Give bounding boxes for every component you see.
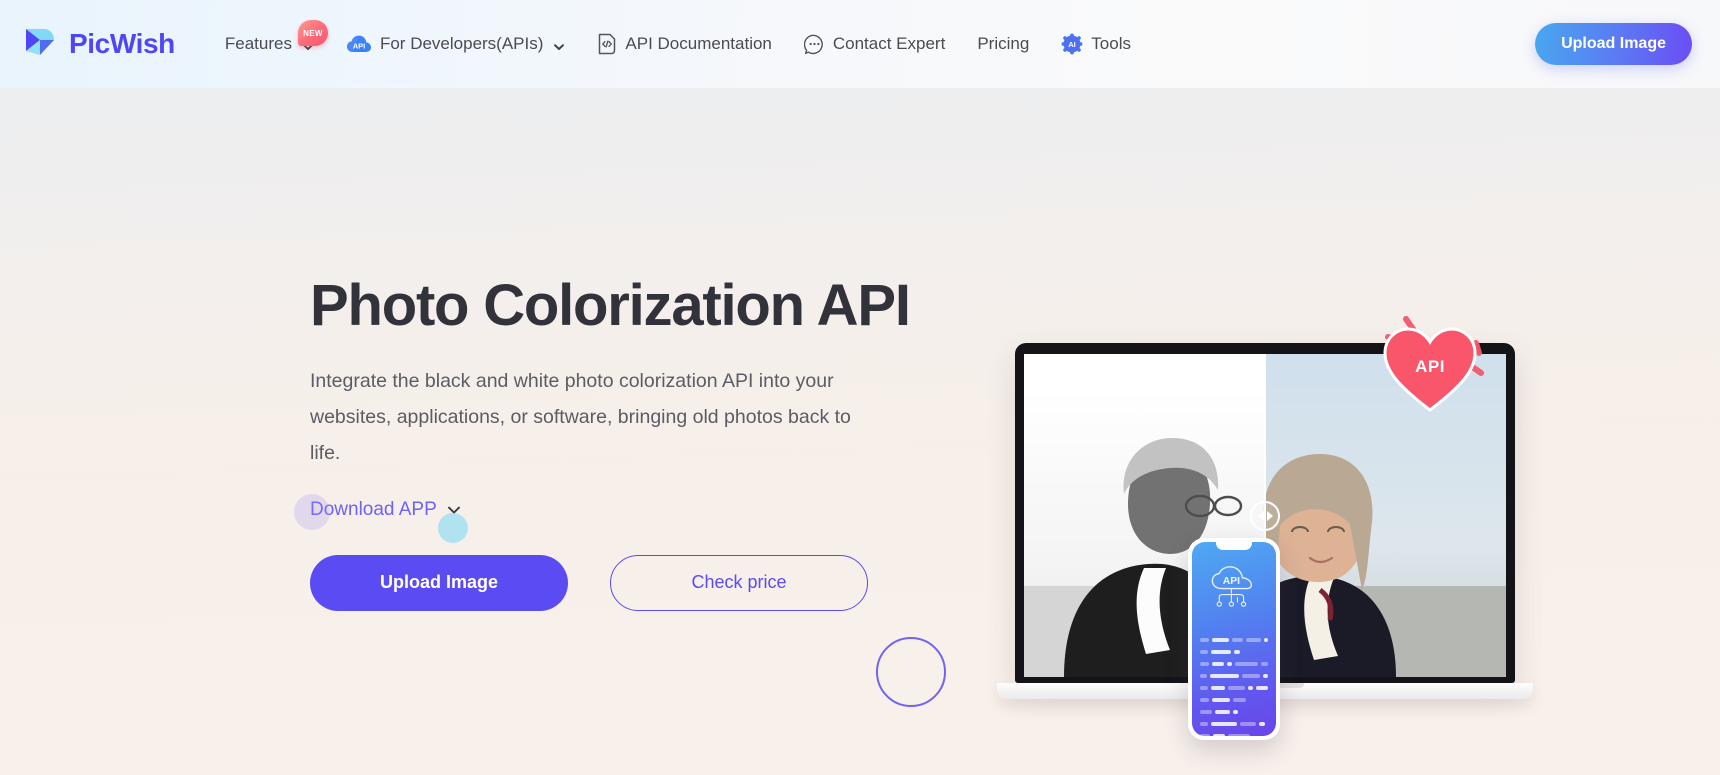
phone-notch [1216, 542, 1252, 550]
chat-dots-icon [803, 34, 825, 55]
hero-subtitle: Integrate the black and white photo colo… [310, 369, 851, 464]
code-document-icon [597, 33, 617, 55]
download-app-link[interactable]: Download APP [294, 493, 468, 543]
hero-artwork: API API [876, 316, 1600, 763]
top-navigation-bar: PicWish Features NEW API For Developers(… [0, 0, 1720, 88]
api-cloud-network-icon: API [1211, 566, 1253, 607]
phone-screen: API [1192, 542, 1276, 736]
nav-item-contact-expert[interactable]: Contact Expert [788, 24, 961, 65]
nav-items: Features NEW API For Developers(APIs) AP… [209, 20, 1535, 65]
nav-item-features[interactable]: Features NEW [209, 20, 330, 64]
nav-label-contact-expert: Contact Expert [832, 34, 946, 53]
check-price-button[interactable]: Check price [610, 554, 868, 611]
ai-gear-icon: AI [1061, 33, 1083, 55]
hero-text-column: Photo Colorization API Integrate the bla… [294, 273, 911, 611]
svg-text:AI: AI [1069, 40, 1077, 49]
nav-label-pricing: Pricing [977, 34, 1030, 53]
heart-icon [1383, 316, 1484, 412]
nav-item-pricing[interactable]: Pricing [961, 24, 1045, 64]
nav-item-api-documentation[interactable]: API Documentation [581, 23, 787, 65]
phone-mockup: API [1188, 538, 1280, 740]
api-cloud-icon: API [346, 34, 372, 54]
nav-label-features: Features [224, 34, 292, 53]
chevron-down-icon [446, 502, 462, 518]
nav-label-for-developers: For Developers(APIs) [379, 34, 544, 53]
api-heart-badge: API [1375, 313, 1485, 418]
svg-text:API: API [1223, 576, 1240, 587]
upload-image-button[interactable]: Upload Image [310, 554, 568, 611]
brand-name: PicWish [69, 28, 175, 59]
arrow-right-icon [1266, 510, 1273, 521]
picwish-logo-icon [20, 25, 58, 63]
nav-label-api-documentation: API Documentation [625, 34, 772, 53]
comparison-slider-handle[interactable] [1250, 500, 1280, 531]
nav-label-tools: Tools [1091, 34, 1131, 53]
arrow-left-icon [1257, 510, 1264, 521]
svg-text:API: API [353, 42, 365, 51]
nav-item-tools[interactable]: AI Tools [1045, 23, 1147, 65]
page-title: Photo Colorization API [310, 273, 911, 338]
new-badge: NEW [297, 20, 328, 46]
decorative-ring [876, 637, 946, 707]
download-app-label: Download APP [310, 498, 437, 520]
phone-code-lines [1200, 638, 1269, 736]
upload-image-header-button[interactable]: Upload Image [1535, 23, 1692, 65]
hero-section: Photo Colorization API Integrate the bla… [0, 88, 1720, 775]
hero-cta-row: Upload Image Check price [310, 554, 910, 611]
brand-logo-link[interactable]: PicWish [20, 25, 175, 63]
nav-item-for-developers[interactable]: API For Developers(APIs) [330, 24, 581, 64]
page-root: PicWish Features NEW API For Developers(… [0, 0, 1720, 775]
chevron-down-icon [553, 38, 565, 50]
